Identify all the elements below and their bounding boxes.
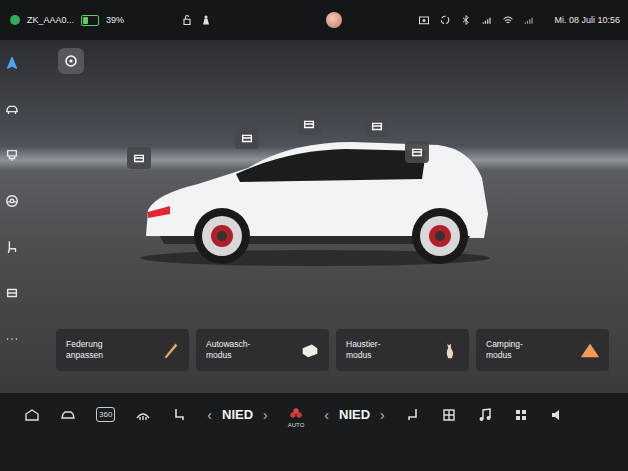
hotspot-icon [370,119,384,133]
camera-status-icon [418,14,430,26]
car-render[interactable] [140,136,490,266]
avatar-icon[interactable] [326,12,342,28]
right-temperature-control: ‹ NIED › [324,407,384,423]
car-stage [44,40,628,329]
hotspot-icon [410,145,424,159]
hotspot-button[interactable] [365,115,389,137]
datetime: Mi. 08 Juli 10:56 [554,15,620,25]
hotspot-button[interactable] [405,141,429,163]
mode-card-icon [579,339,601,361]
mode-card[interactable]: Autowasch- modus [196,329,329,371]
status-right: Mi. 08 Juli 10:56 [418,14,620,26]
mode-card-label: Haustier- modus [346,339,380,360]
hotspot-button[interactable] [297,113,321,135]
battery-icon [81,15,99,26]
sidebar-item[interactable] [3,100,21,118]
hotspot-icon [132,151,146,165]
status-left: ZK_AAA0... 39% [10,14,260,26]
seat-heat-icon[interactable] [171,407,187,423]
sidebar-item-icon [5,148,19,162]
right-temp-next[interactable]: › [380,407,385,423]
mode-card[interactable]: Haustier- modus [336,329,469,371]
sidebar [0,40,24,393]
network-icon [10,15,20,25]
sidebar-item[interactable] [3,146,21,164]
sidebar-item-icon [5,102,19,116]
sidebar-item-icon [5,286,19,300]
sidebar-item[interactable] [3,54,21,72]
mode-card-label: Autowasch- modus [206,339,250,360]
vehicle-view: Federung anpassen Autowasch- modus Haustie… [24,40,628,393]
volume-icon[interactable] [549,407,565,423]
left-temp-prev[interactable]: ‹ [207,407,212,423]
mobile-signal-icon [523,14,535,26]
sidebar-item-icon [5,56,19,70]
grid-icon[interactable] [441,407,457,423]
hotspot-icon [240,131,254,145]
fan-mode-label: AUTO [288,422,305,428]
bluetooth-icon [460,14,472,26]
battery-percent: 39% [106,15,124,25]
view-toggle-button[interactable] [58,48,84,74]
car-icon[interactable] [60,407,76,423]
mode-card-icon [159,339,181,361]
mode-card[interactable]: Camping- modus [476,329,609,371]
wifi-icon [502,14,514,26]
right-temp-prev[interactable]: ‹ [324,407,329,423]
home-car-icon[interactable] [24,407,40,423]
mode-card-label: Camping- modus [486,339,523,360]
sidebar-item[interactable] [3,238,21,256]
mode-card-icon [299,339,321,361]
status-center [266,12,412,28]
mode-card[interactable]: Federung anpassen [56,329,189,371]
defrost-icon[interactable] [135,407,151,423]
sidebar-item-icon [5,194,19,208]
hotspot-button[interactable] [235,127,259,149]
status-bar: ZK_AAA0... 39% Mi. 08 Juli 10:56 [0,0,628,40]
hotspot-button[interactable] [127,147,151,169]
sidebar-item[interactable] [3,284,21,302]
signal-icon [481,14,493,26]
view-360-button[interactable]: 360 [96,407,115,422]
fan-auto-button[interactable]: AUTO [288,407,305,428]
sidebar-item-icon [5,240,19,254]
main-area: Federung anpassen Autowasch- modus Haustie… [0,40,628,393]
left-temp-next[interactable]: › [263,407,268,423]
left-temperature-control: ‹ NIED › [207,407,267,423]
person-icon[interactable] [200,14,212,26]
seat-icon[interactable] [405,407,421,423]
sync-icon [439,14,451,26]
mode-card-label: Federung anpassen [66,339,103,360]
network-name[interactable]: ZK_AAA0... [27,15,74,25]
sidebar-item[interactable] [3,192,21,210]
right-temp-value: NIED [339,407,370,423]
sidebar-item[interactable] [3,330,21,348]
bottom-bar: 360 ‹ NIED › AUTO ‹ NIED › [0,393,628,471]
sidebar-item-icon [5,332,19,346]
mode-cards: Federung anpassen Autowasch- modus Haustie… [44,329,628,393]
left-temp-value: NIED [222,407,253,423]
fan-icon [289,407,303,421]
lock-icon[interactable] [181,14,193,26]
mode-card-icon [439,339,461,361]
rotate-view-icon [63,53,79,69]
hotspot-icon [302,117,316,131]
infotainment-screen: ZK_AAA0... 39% Mi. 08 Juli 10:56 Federung a… [0,0,628,471]
music-icon[interactable] [477,407,493,423]
apps-icon[interactable] [513,407,529,423]
battery-fill [83,17,88,24]
